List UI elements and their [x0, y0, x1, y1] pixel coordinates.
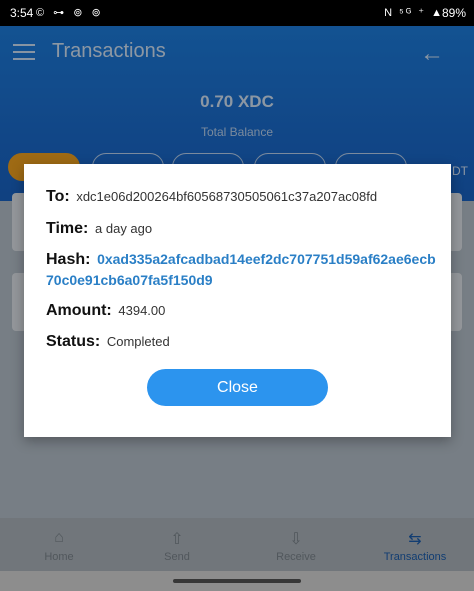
amount-value: 4394.00 — [118, 303, 166, 318]
amount-label: Amount: — [46, 302, 112, 319]
notification-icons: © ⊶ ⊚ ⊚ — [36, 7, 104, 19]
status-bar: 3:54 © ⊶ ⊚ ⊚ N ⁵ᴳ ⁺ ▲ 89% — [0, 0, 474, 26]
to-address: xdc1e06d200264bf60568730505061c37a207ac0… — [76, 189, 378, 204]
hash-row: Hash: 0xad335a2afcadbad14eef2dc707751d59… — [46, 249, 436, 291]
status-value: Completed — [106, 334, 170, 349]
time-row: Time: a day ago — [46, 218, 436, 239]
time-value: a day ago — [95, 221, 153, 236]
status-row: Status: Completed — [46, 331, 436, 352]
hash-link[interactable]: 0xad335a2afcadbad14eef2dc707751d59af62ae… — [46, 251, 436, 288]
time-label: Time: — [46, 220, 89, 237]
app-screen: Transactions ← 0.70 XDC Total Balance DT… — [0, 26, 474, 591]
amount-row: Amount: 4394.00 — [46, 300, 436, 321]
battery-level: 89% — [441, 6, 466, 20]
status-time: 3:54 — [10, 6, 34, 20]
transaction-detail-dialog: To: xdc1e06d200264bf60568730505061c37a20… — [24, 164, 451, 437]
hash-label: Hash: — [46, 251, 91, 268]
to-label: To: — [46, 188, 70, 205]
status-label: Status: — [46, 333, 101, 350]
close-button[interactable]: Close — [147, 369, 328, 406]
to-row: To: xdc1e06d200264bf60568730505061c37a20… — [46, 186, 436, 207]
signal-icons: N ⁵ᴳ ⁺ ▲ — [384, 7, 444, 19]
